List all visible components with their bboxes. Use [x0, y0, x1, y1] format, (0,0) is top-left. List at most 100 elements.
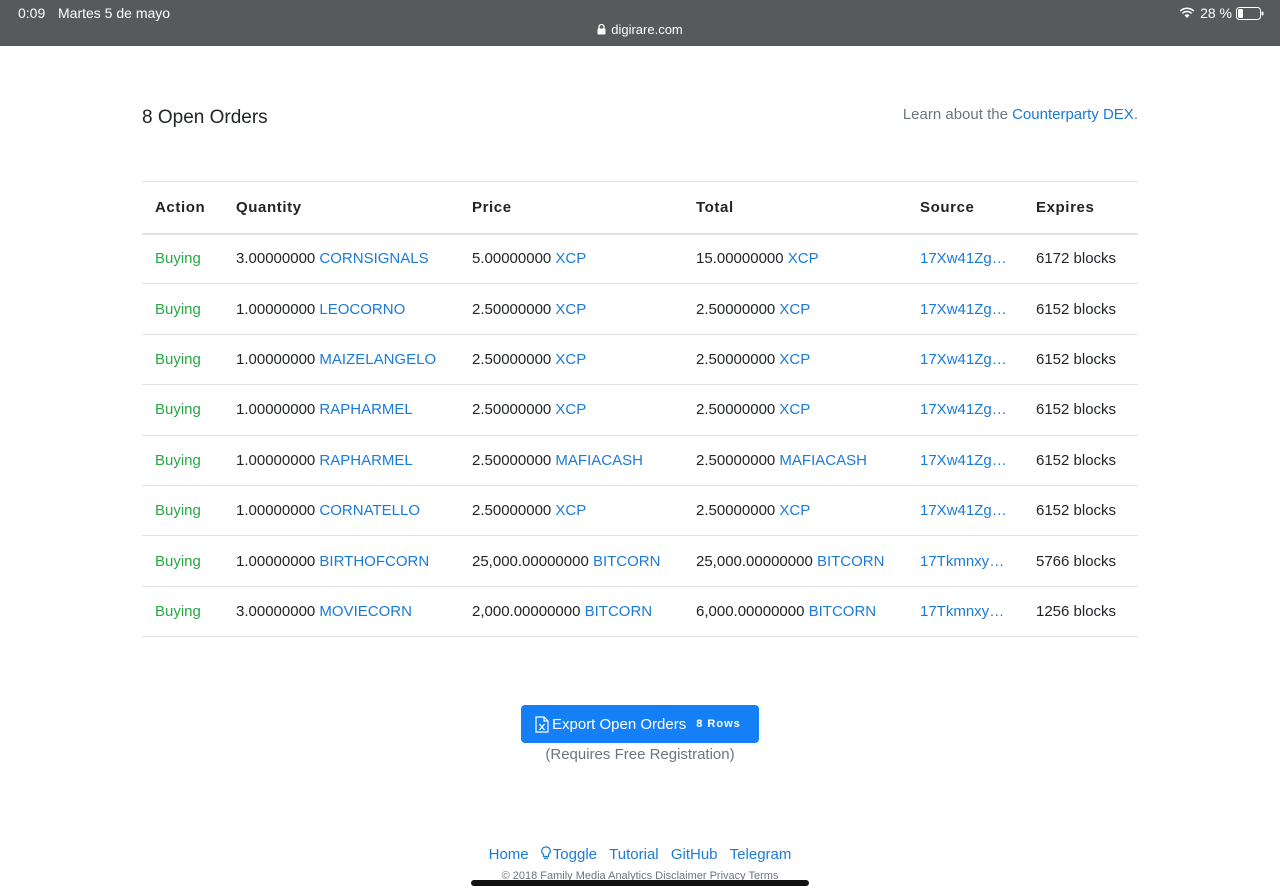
source-address-link[interactable]: 17Xw41Zg…: [920, 250, 1007, 267]
total-asset-link[interactable]: XCP: [779, 401, 810, 418]
wifi-icon: [1179, 7, 1195, 18]
column-header-quantity[interactable]: Quantity: [223, 181, 459, 235]
quantity-value: 1.00000000: [236, 502, 316, 520]
column-header-price[interactable]: Price: [459, 181, 683, 235]
total-value: 2.50000000: [696, 451, 776, 469]
status-time: 0:09: [18, 5, 46, 21]
total-cell: 2.50000000 XCP: [683, 283, 907, 335]
price-value: 2.50000000: [472, 350, 552, 368]
total-asset-link[interactable]: MAFIACASH: [779, 452, 867, 469]
total-value: 2.50000000: [696, 300, 776, 318]
footer-link-home[interactable]: Home: [489, 846, 529, 863]
quantity-value: 3.00000000: [236, 250, 316, 268]
price-asset-link[interactable]: BITCORN: [585, 603, 653, 620]
total-cell: 2.50000000 XCP: [683, 485, 907, 537]
source-address-link[interactable]: 17Xw41Zg…: [920, 401, 1007, 418]
learn-suffix: .: [1133, 106, 1138, 123]
price-asset-link[interactable]: XCP: [555, 502, 586, 519]
source-address-link[interactable]: 17Xw41Zg…: [920, 351, 1007, 368]
source-cell: 17TkmnxyB…: [907, 535, 1023, 587]
price-asset-link[interactable]: BITCORN: [593, 553, 661, 570]
quantity-cell: 3.00000000 CORNSIGNALS: [223, 233, 459, 285]
price-asset-link[interactable]: XCP: [555, 250, 586, 267]
action-cell: Buying: [142, 334, 223, 386]
footer-link-telegram[interactable]: Telegram: [730, 846, 792, 863]
total-asset-link[interactable]: XCP: [779, 502, 810, 519]
quantity-asset-link[interactable]: MAIZELANGELO: [319, 351, 436, 368]
total-asset-link[interactable]: BITCORN: [809, 603, 877, 620]
table-row: Buying 1.00000000 RAPHARMEL 2.50000000 MAF…: [142, 435, 1138, 486]
quantity-asset-link[interactable]: RAPHARMEL: [319, 401, 412, 418]
counterparty-dex-link[interactable]: Counterparty DEX: [1012, 106, 1134, 123]
quantity-value: 1.00000000: [236, 552, 316, 570]
price-asset-link[interactable]: XCP: [555, 351, 586, 368]
total-asset-link[interactable]: XCP: [788, 250, 819, 267]
column-header-expires[interactable]: Expires: [1023, 181, 1138, 235]
table-row: Buying 3.00000000 MOVIECORN 2,000.00000000…: [142, 586, 1138, 638]
home-indicator: [471, 880, 809, 886]
source-address-link[interactable]: 17TkmnxyB…: [920, 553, 1012, 570]
export-open-orders-button[interactable]: Export Open Orders 8 Rows: [521, 705, 759, 743]
total-asset-link[interactable]: XCP: [779, 351, 810, 368]
source-cell: 17TkmnxyB…: [907, 586, 1023, 638]
quantity-value: 1.00000000: [236, 451, 316, 469]
quantity-asset-link[interactable]: CORNATELLO: [319, 502, 420, 519]
lightbulb-icon: [540, 846, 551, 859]
action-cell: Buying: [142, 586, 223, 638]
column-header-source[interactable]: Source: [907, 181, 1023, 235]
price-asset-link[interactable]: XCP: [555, 401, 586, 418]
battery-icon: [1236, 6, 1264, 20]
price-cell: 2.50000000 MAFIACASH: [459, 435, 683, 486]
column-header-total[interactable]: Total: [683, 181, 907, 235]
total-value: 2.50000000: [696, 502, 776, 520]
total-cell: 2.50000000 MAFIACASH: [683, 435, 907, 486]
price-cell: 25,000.00000000 BITCORN: [459, 535, 683, 587]
quantity-cell: 1.00000000 LEOCORNO: [223, 283, 459, 335]
source-address-link[interactable]: 17Xw41Zg…: [920, 452, 1007, 469]
price-asset-link[interactable]: MAFIACASH: [555, 452, 643, 469]
total-cell: 25,000.00000000 BITCORN: [683, 535, 907, 587]
quantity-cell: 1.00000000 MAIZELANGELO: [223, 334, 459, 386]
source-cell: 17Xw41Zg…: [907, 435, 1023, 486]
price-asset-link[interactable]: XCP: [555, 301, 586, 318]
column-header-action[interactable]: Action: [142, 181, 223, 235]
expires-cell: 6152 blocks: [1023, 384, 1138, 436]
quantity-value: 1.00000000: [236, 350, 316, 368]
quantity-asset-link[interactable]: MOVIECORN: [319, 603, 412, 620]
url-text: digirare.com: [611, 22, 683, 37]
quantity-cell: 1.00000000 BIRTHOFCORN: [223, 535, 459, 587]
action-cell: Buying: [142, 435, 223, 486]
address-bar[interactable]: digirare.com: [0, 22, 1280, 37]
total-value: 15.00000000: [696, 250, 784, 268]
source-address-link[interactable]: 17Xw41Zg…: [920, 301, 1007, 318]
footer-link-github[interactable]: GitHub: [671, 846, 718, 863]
table-header-row: Action Quantity Price Total Source Expir…: [142, 181, 1138, 235]
source-address-link[interactable]: 17Xw41Zg…: [920, 502, 1007, 519]
source-cell: 17Xw41Zg…: [907, 384, 1023, 436]
quantity-asset-link[interactable]: BIRTHOFCORN: [319, 553, 429, 570]
battery-percent: 28 %: [1200, 5, 1232, 21]
expires-cell: 6152 blocks: [1023, 485, 1138, 537]
rows-badge: 8 Rows: [696, 718, 741, 730]
footer-link-toggle[interactable]: Toggle: [540, 846, 597, 863]
status-date: Martes 5 de mayo: [58, 5, 171, 21]
table-row: Buying 1.00000000 RAPHARMEL 2.50000000 XCP…: [142, 384, 1138, 436]
total-cell: 2.50000000 XCP: [683, 334, 907, 386]
footer-nav: Home Toggle Tutorial GitHub Telegram: [0, 846, 1280, 863]
quantity-asset-link[interactable]: RAPHARMEL: [319, 452, 412, 469]
toggle-label: Toggle: [552, 846, 597, 863]
expires-cell: 6152 blocks: [1023, 435, 1138, 486]
footer-link-tutorial[interactable]: Tutorial: [609, 846, 658, 863]
quantity-asset-link[interactable]: CORNSIGNALS: [319, 250, 428, 267]
total-cell: 15.00000000 XCP: [683, 233, 907, 285]
total-asset-link[interactable]: XCP: [779, 301, 810, 318]
total-asset-link[interactable]: BITCORN: [817, 553, 885, 570]
total-value: 25,000.00000000: [696, 552, 813, 570]
learn-prefix: Learn about the: [902, 106, 1008, 123]
price-value: 2.50000000: [472, 451, 552, 469]
quantity-asset-link[interactable]: LEOCORNO: [319, 301, 405, 318]
source-address-link[interactable]: 17TkmnxyB…: [920, 603, 1012, 620]
expires-cell: 6152 blocks: [1023, 283, 1138, 335]
quantity-value: 3.00000000: [236, 602, 316, 620]
price-cell: 2.50000000 XCP: [459, 334, 683, 386]
